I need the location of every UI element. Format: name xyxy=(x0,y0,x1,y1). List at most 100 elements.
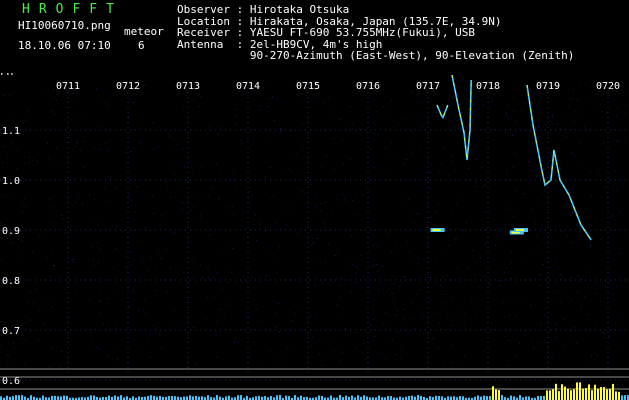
noise-speck xyxy=(269,98,271,100)
noise-speck xyxy=(182,208,184,210)
noise-speck xyxy=(38,338,40,340)
noise-speck xyxy=(541,224,543,226)
noise-speck xyxy=(97,126,99,128)
noise-speck xyxy=(277,302,279,304)
noise-speck xyxy=(524,193,526,195)
noise-speck xyxy=(207,194,209,196)
noise-speck xyxy=(178,186,180,188)
noise-speck xyxy=(48,157,50,159)
noise-speck xyxy=(450,362,452,364)
noise-speck xyxy=(125,256,127,258)
noise-speck xyxy=(110,177,111,179)
noise-speck xyxy=(302,191,304,193)
signal-level-bar xyxy=(189,395,191,400)
noise-speck xyxy=(274,120,276,121)
noise-speck xyxy=(532,252,534,254)
noise-speck xyxy=(240,139,242,141)
noise-speck xyxy=(580,164,582,166)
noise-speck xyxy=(442,276,444,278)
noise-speck xyxy=(316,194,318,196)
noise-speck xyxy=(536,247,538,249)
noise-speck xyxy=(404,204,406,206)
noise-speck xyxy=(508,207,510,209)
noise-speck xyxy=(90,332,92,334)
signal-level-bar xyxy=(42,395,44,400)
signal-level-bar xyxy=(351,395,353,400)
noise-speck xyxy=(515,190,517,192)
noise-speck xyxy=(507,118,509,119)
noise-speck xyxy=(381,266,383,268)
y-tick-label: 0.6 xyxy=(2,376,20,387)
noise-speck xyxy=(156,290,158,292)
signal-level-bar xyxy=(30,395,32,400)
noise-speck xyxy=(325,155,327,157)
noise-speck xyxy=(279,128,281,129)
noise-speck xyxy=(458,364,460,365)
noise-speck xyxy=(574,121,575,123)
noise-speck xyxy=(429,300,431,302)
noise-speck xyxy=(1,321,2,323)
echo-blip-core xyxy=(432,229,441,231)
noise-speck xyxy=(373,264,375,266)
noise-speck xyxy=(221,288,223,290)
signal-level-bar xyxy=(294,395,296,400)
noise-speck xyxy=(349,106,351,108)
noise-speck xyxy=(418,304,420,306)
noise-speck xyxy=(547,209,549,211)
noise-speck xyxy=(550,266,552,268)
noise-speck xyxy=(563,318,565,320)
noise-speck xyxy=(347,179,349,181)
noise-speck xyxy=(323,130,325,132)
noise-speck xyxy=(207,277,209,279)
noise-speck xyxy=(21,257,23,259)
noise-speck xyxy=(569,214,571,216)
noise-speck xyxy=(28,157,30,159)
x-tick-label: 0717 xyxy=(416,81,440,92)
noise-speck xyxy=(440,163,442,165)
noise-speck xyxy=(93,198,95,200)
noise-speck xyxy=(626,237,628,239)
noise-speck xyxy=(429,172,431,174)
noise-speck xyxy=(547,355,549,357)
noise-speck xyxy=(158,250,159,252)
noise-speck xyxy=(552,114,553,116)
noise-speck xyxy=(102,323,104,325)
noise-speck xyxy=(157,146,159,148)
noise-speck xyxy=(65,343,67,345)
noise-speck xyxy=(559,168,561,170)
noise-speck xyxy=(301,227,302,229)
noise-speck xyxy=(33,164,35,166)
noise-speck xyxy=(320,203,321,205)
noise-speck xyxy=(333,351,335,353)
noise-speck xyxy=(30,330,32,332)
noise-speck xyxy=(32,302,34,304)
noise-speck xyxy=(199,264,201,266)
noise-speck xyxy=(333,138,335,140)
noise-speck xyxy=(323,102,325,104)
noise-speck xyxy=(115,94,117,96)
noise-speck xyxy=(133,102,134,104)
noise-speck xyxy=(60,351,62,352)
noise-speck xyxy=(484,243,486,245)
signal-level-bar xyxy=(54,395,56,400)
noise-speck xyxy=(21,240,23,242)
noise-speck xyxy=(338,297,340,299)
noise-speck xyxy=(71,225,73,227)
noise-speck xyxy=(573,326,575,328)
noise-speck xyxy=(72,204,74,206)
noise-speck xyxy=(243,276,244,278)
noise-speck xyxy=(80,150,82,152)
noise-speck xyxy=(64,289,66,291)
noise-speck xyxy=(327,340,329,342)
noise-speck xyxy=(507,104,509,106)
signal-level-bar xyxy=(411,395,413,400)
noise-speck xyxy=(310,345,312,347)
noise-speck xyxy=(516,356,518,357)
noise-speck xyxy=(115,328,117,330)
noise-speck xyxy=(336,278,338,280)
noise-speck xyxy=(166,291,168,293)
signal-level-bar xyxy=(279,395,281,400)
noise-speck xyxy=(342,164,344,166)
noise-speck xyxy=(22,211,23,213)
noise-speck xyxy=(55,164,57,166)
